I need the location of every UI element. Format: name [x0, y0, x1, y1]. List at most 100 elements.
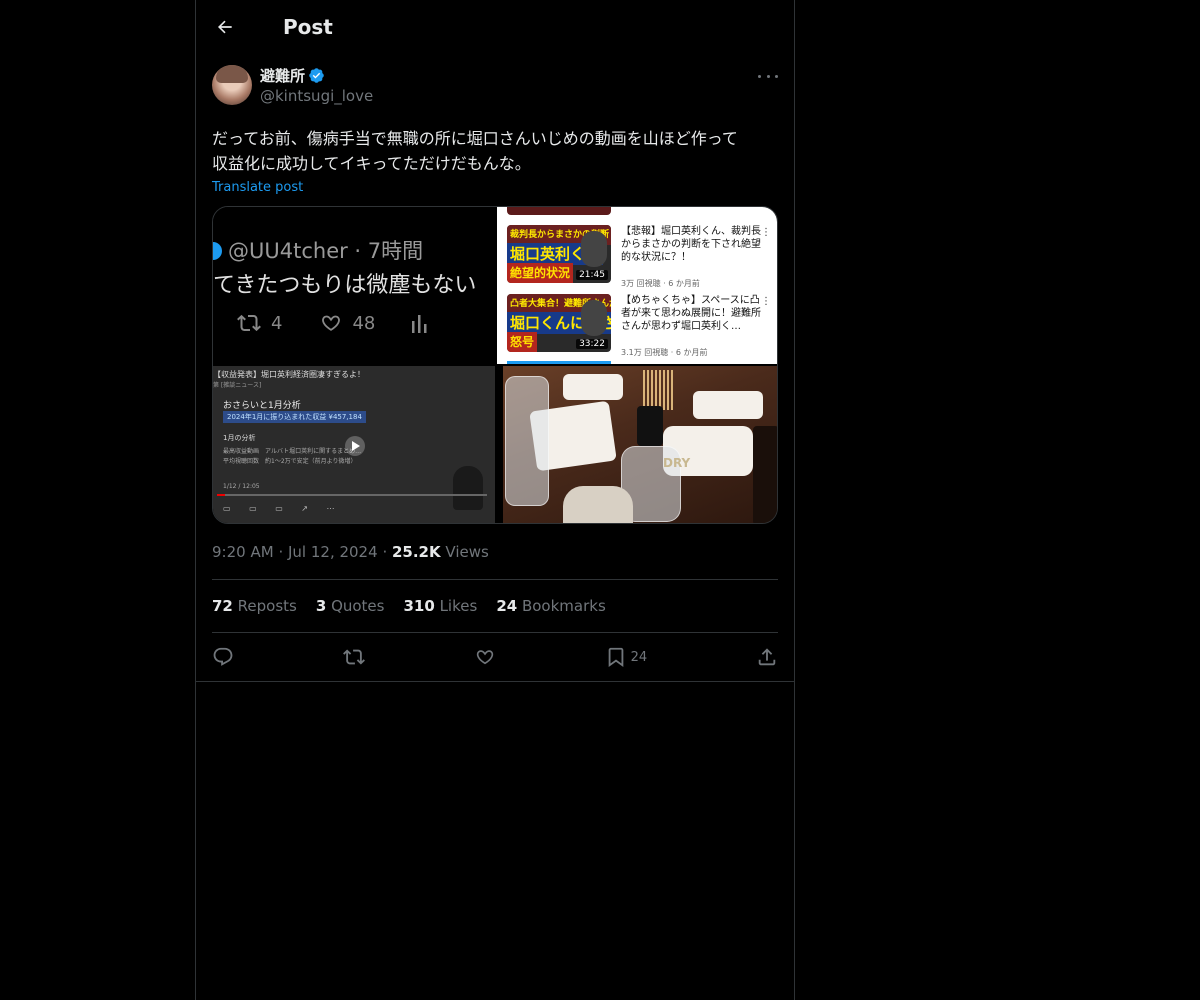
plate	[563, 486, 633, 523]
thumbnail-caption: 怒号	[507, 332, 538, 352]
share-button[interactable]	[756, 646, 778, 668]
player-title: 【収益発表】堀口英利経済圏凄すぎるよ！	[213, 370, 365, 379]
post-date[interactable]: Jul 12, 2024	[288, 543, 378, 561]
quotes-label: Quotes	[331, 597, 385, 615]
more-options-button[interactable]	[758, 69, 778, 83]
likes-count: 310	[403, 597, 435, 615]
video-meta: 3.1万 回視聴 · 6 か月前	[621, 348, 708, 357]
media-image-1[interactable]: @UU4tcher · 7時間 てきたつもりは微塵もない 4 48	[213, 207, 495, 364]
slide-subheading: 1月の分析	[223, 434, 256, 442]
media-image-3[interactable]: 【収益発表】堀口英利経済圏凄すぎるよ！ 第 [雑談ニュース] おさらいと1月分析…	[213, 366, 495, 523]
bottle	[753, 426, 777, 523]
divider	[196, 681, 794, 682]
post-text-line: 収益化に成功してイキってただけだもんな。	[212, 154, 531, 173]
screenshot-actions: 4 48	[235, 311, 471, 335]
share-icon	[758, 648, 776, 666]
video-list-item: 裁判長からまさかの判断 堀口英利くん 絶望的状況 21:45 【悲報】堀口英利く…	[507, 225, 777, 288]
thumbnail-caption: 絶望的状況	[507, 263, 574, 283]
author-row: 避難所 @kintsugi_love	[212, 65, 778, 109]
thumbnail-fragment	[507, 207, 611, 215]
post-time[interactable]: 9:20 AM	[212, 543, 274, 561]
heart-icon	[322, 315, 341, 331]
display-name-line: 避難所	[260, 66, 373, 85]
verified-badge-icon	[309, 68, 324, 83]
screenshot-repost-count: 4	[271, 312, 283, 334]
avatar-fragment-icon	[213, 242, 222, 260]
screenshot-repost: 4	[235, 311, 282, 335]
thumbnail-fragment	[507, 361, 611, 364]
screenshot-like: 48	[318, 311, 375, 335]
bear-figure	[581, 300, 607, 336]
kebab-icon: ⋮	[761, 227, 771, 238]
screenshot-handle-text: @UU4tcher · 7時間	[228, 239, 424, 263]
back-button[interactable]	[212, 14, 238, 40]
translate-post-link[interactable]: Translate post	[212, 180, 303, 195]
heart-icon	[476, 650, 493, 665]
play-icon	[345, 436, 365, 456]
bookmark-count: 24	[630, 649, 648, 665]
separator-dot: ·	[278, 543, 288, 561]
post-text-line: だってお前、傷病手当で無職の所に堀口さんいじめの動画を山ほど作って	[212, 129, 738, 148]
post-text: だってお前、傷病手当で無職の所に堀口さんいじめの動画を山ほど作って 収益化に成功…	[212, 126, 778, 176]
post-meta: 9:20 AM · Jul 12, 2024 · 25.2K Views	[212, 543, 778, 563]
media-image-2[interactable]: 裁判長からまさかの判断 堀口英利くん 絶望的状況 21:45 【悲報】堀口英利く…	[497, 207, 777, 364]
kebab-icon: ⋮	[761, 296, 771, 307]
video-meta: 3万 回視聴 · 6 か月前	[621, 279, 700, 288]
repost-button[interactable]	[342, 646, 365, 668]
video-list-item: 凸者大集合！避難所さんが 堀口くんにまさかの 怒号 33:22 【めちゃくちゃ】…	[507, 294, 777, 357]
handle[interactable]: @kintsugi_love	[260, 87, 373, 105]
avatar[interactable]	[212, 65, 252, 105]
views-label: Views	[445, 543, 489, 561]
player-controls-icon: ▭ ▭ ▭ ↗ ⋯	[223, 504, 343, 513]
post-column: Post 避難所 @kintsugi_love だってお前、傷病手当で無職の所に…	[195, 0, 795, 1000]
screenshot-handle: @UU4tcher · 7時間	[213, 235, 423, 265]
header: Post	[196, 0, 794, 54]
likes-stat[interactable]: 310 Likes	[403, 597, 477, 615]
plate	[693, 391, 763, 419]
media-image-4[interactable]: DRY	[503, 366, 777, 523]
like-button[interactable]	[474, 646, 496, 668]
separator-dot: ·	[382, 543, 392, 561]
video-title: 【めちゃくちゃ】スペースに凸者が来て思わぬ展開に！避難所さんが思わず堀口英利く…	[621, 295, 761, 332]
repost-icon	[237, 314, 261, 332]
slide-highlight: 2024年1月に振り込まれた収益 ¥457,184	[223, 411, 366, 423]
bookmarks-label: Bookmarks	[521, 597, 606, 615]
reposts-count: 72	[212, 597, 233, 615]
table-photo: DRY	[503, 366, 777, 523]
skewer-holder	[643, 370, 673, 410]
page-title: Post	[283, 15, 333, 39]
arrow-left-icon	[218, 20, 232, 34]
display-name[interactable]: 避難所	[260, 65, 305, 86]
video-duration: 33:22	[576, 339, 608, 349]
video-title: 【悲報】堀口英利くん、裁判長からまさかの判断を下され絶望的な状況に？！	[621, 226, 761, 263]
player-subtitle: 第 [雑談ニュース]	[213, 382, 262, 389]
bookmarks-stat[interactable]: 24 Bookmarks	[496, 597, 605, 615]
player-progress-bar	[217, 494, 487, 496]
video-duration: 21:45	[576, 270, 608, 280]
bookmark-button[interactable]: 24	[605, 646, 648, 668]
video-thumbnail: 裁判長からまさかの判断 堀口英利くん 絶望的状況 21:45	[507, 225, 611, 283]
screenshot-views	[411, 311, 435, 335]
media-grid: @UU4tcher · 7時間 てきたつもりは微塵もない 4 48 裁判長からま…	[212, 206, 778, 524]
more-dot-icon	[766, 74, 770, 78]
bear-figure	[453, 466, 483, 510]
screenshot-text: てきたつもりは微塵もない	[213, 273, 477, 298]
more-dot-icon	[775, 74, 778, 78]
bookmarks-count: 24	[496, 597, 518, 615]
quotes-stat[interactable]: 3 Quotes	[316, 597, 385, 615]
screenshot-like-count: 48	[352, 312, 376, 334]
views-count: 25.2K	[391, 543, 441, 561]
slide-heading: おさらいと1月分析	[223, 401, 301, 411]
repost-icon	[342, 649, 365, 665]
reply-icon	[213, 647, 233, 666]
reposts-label: Reposts	[237, 597, 297, 615]
reply-button[interactable]	[212, 646, 234, 668]
bar-chart-icon	[412, 315, 427, 333]
glass	[505, 376, 549, 506]
quotes-count: 3	[315, 597, 327, 615]
reposts-stat[interactable]: 72 Reposts	[212, 597, 297, 615]
slide-line: 最高収益動画 アルバト堀口英利に関するまとめ…	[223, 448, 362, 455]
bookmark-icon	[608, 647, 623, 668]
player-timestamp: 1/12 / 12:05	[223, 483, 260, 490]
slide-line: 平均視聴回数 約1〜2万で安定（前月より微増）	[223, 458, 357, 465]
